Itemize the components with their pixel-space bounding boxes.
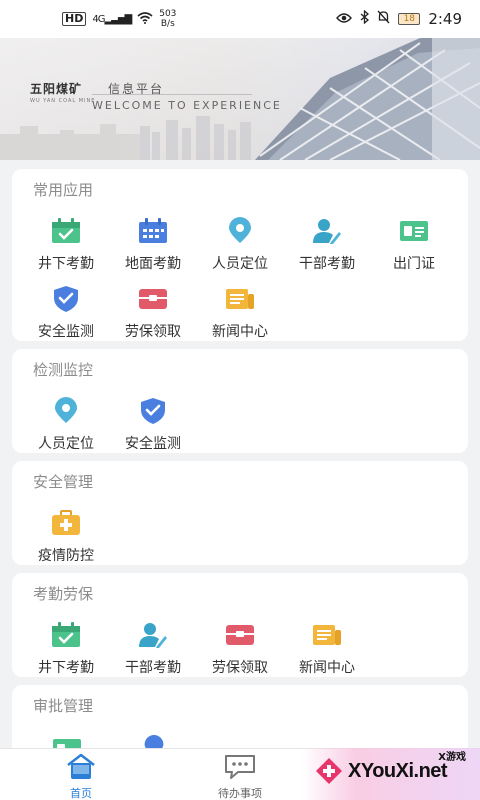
network-speed: 503 B/s [159,9,176,29]
section-title: 考勤劳保 [33,585,94,603]
section-title: 安全管理 [33,473,94,491]
first-aid-kit-icon [50,509,82,537]
app-underground-attendance[interactable]: 井下考勤 [22,621,110,681]
bluetooth-icon [360,9,370,28]
section-title: 常用应用 [33,181,94,199]
app-surface-attendance[interactable]: 地面考勤 [109,217,197,277]
hd-indicator: HD [62,12,87,26]
id-card-icon [398,217,430,245]
gamepad-logo-icon [316,758,342,784]
speed-value: 503 [159,9,177,19]
app-label: 劳保领取 [212,660,268,676]
brand-subtitle: WU YAN COAL MINE [30,98,96,104]
welcome-text: WELCOME TO EXPERIENCE [92,99,282,112]
section-title: 检测监控 [33,361,94,379]
app-underground-attendance[interactable]: 井下考勤 [22,217,110,277]
app-label: 人员定位 [212,256,268,272]
clock: 2:49 [428,10,462,28]
shield-check-icon [137,397,169,425]
speed-unit: B/s [160,19,175,29]
nav-home-label: 首页 [70,787,92,800]
section-common-apps: 常用应用 井下考勤 地面考勤 人员定位 干部考勤 出门证 安全监测 劳保领取 新… [12,169,468,341]
app-label: 疫情防控 [38,548,94,564]
home-icon [64,753,98,783]
app-safety-monitoring[interactable]: 安全监测 [22,285,110,345]
app-safety-monitoring[interactable]: 安全监测 [109,397,197,457]
app-labor-protection[interactable]: 劳保领取 [109,285,197,345]
mute-bell-icon [377,10,390,28]
app-label: 干部考勤 [125,660,181,676]
watermark-text: XYouXi.net [348,760,448,782]
app-personnel-location[interactable]: 人员定位 [196,217,284,277]
section-safety-management: 安全管理 疫情防控 [12,461,468,565]
box-icon [137,285,169,313]
wifi-icon [137,11,153,27]
nav-home[interactable]: 首页 [36,753,126,800]
newspaper-icon [311,621,343,649]
app-label: 安全监测 [125,436,181,452]
user-edit-icon [137,621,169,649]
chat-bubble-icon [223,753,257,783]
section-attendance-protection: 考勤劳保 井下考勤 干部考勤 劳保领取 新闻中心 [12,573,468,677]
calendar-grid-icon [137,217,169,245]
app-label: 劳保领取 [125,324,181,340]
app-news-center[interactable]: 新闻中心 [196,285,284,345]
nav-todo-label: 待办事项 [218,787,262,800]
app-label: 人员定位 [38,436,94,452]
status-bar: HD 4G▂▃▅▇ 503 B/s 18 2:49 [0,0,480,38]
section-detection-monitoring: 检测监控 人员定位 安全监测 [12,349,468,453]
app-label: 安全监测 [38,324,94,340]
user-edit-icon [311,217,343,245]
watermark-overlay: X游戏 XYouXi.net [302,748,480,800]
app-label: 地面考勤 [125,256,181,272]
banner: 五阳煤矿 WU YAN COAL MINE 信息平台 WELCOME TO EX… [0,38,480,160]
location-pin-icon [224,217,256,245]
app-label: 新闻中心 [212,324,268,340]
nav-todo[interactable]: 待办事项 [195,753,285,800]
box-icon [224,621,256,649]
app-label: 干部考勤 [299,256,355,272]
app-label: 出门证 [393,256,435,272]
app-label: 井下考勤 [38,256,94,272]
app-exit-pass[interactable]: 出门证 [370,217,458,277]
app-personnel-location[interactable]: 人员定位 [22,397,110,457]
signal-icon: 4G▂▃▅▇ [92,13,132,25]
shield-check-icon [50,285,82,313]
eye-icon [336,10,353,28]
app-news-center[interactable]: 新闻中心 [283,621,371,681]
app-cadre-attendance[interactable]: 干部考勤 [283,217,371,277]
app-labor-protection[interactable]: 劳保领取 [196,621,284,681]
location-pin-icon [50,397,82,425]
network-type: 4G [92,13,105,25]
app-cadre-attendance[interactable]: 干部考勤 [109,621,197,681]
calendar-check-icon [50,621,82,649]
app-epidemic-prevention[interactable]: 疫情防控 [22,509,110,569]
app-label: 井下考勤 [38,660,94,676]
battery-icon: 18 [398,13,421,25]
brand-name: 五阳煤矿 [30,82,83,96]
banner-divider [92,94,252,95]
newspaper-icon [224,285,256,313]
calendar-check-icon [50,217,82,245]
app-label: 新闻中心 [299,660,355,676]
section-title: 审批管理 [33,697,94,715]
